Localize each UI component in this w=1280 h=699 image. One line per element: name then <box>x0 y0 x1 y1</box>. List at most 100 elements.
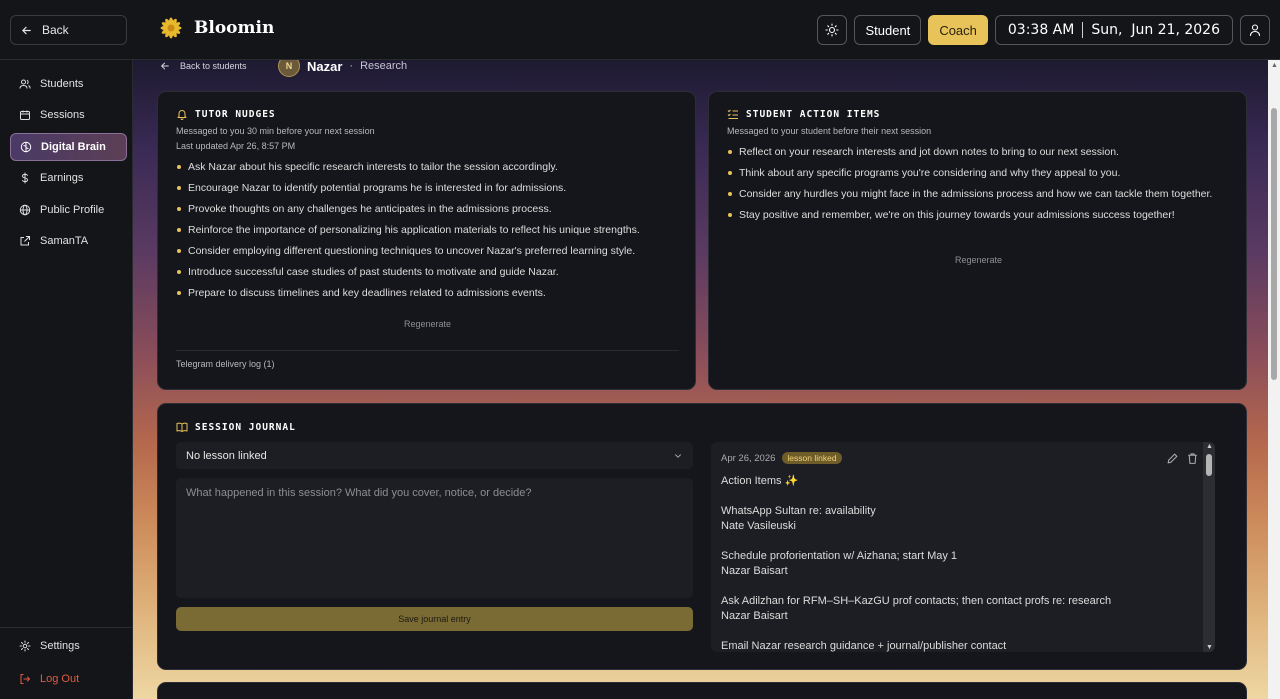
entry-action-owner: Nate Vasileuski <box>721 520 796 532</box>
action-item: Reflect on your research interests and j… <box>727 145 1217 159</box>
student-action-items-title-text: STUDENT ACTION ITEMS <box>746 108 881 120</box>
back-to-students-link[interactable]: Back to students <box>180 61 247 71</box>
trash-icon[interactable] <box>1186 452 1199 465</box>
scroll-up-arrow[interactable]: ▲ <box>1271 62 1278 69</box>
bell-icon <box>177 110 187 120</box>
profile-button[interactable] <box>1240 15 1270 45</box>
nudge-item: Ask Nazar about his specific research in… <box>176 160 681 174</box>
sidebar-item-public-profile[interactable]: Public Profile <box>10 196 127 224</box>
page-scrollbar[interactable]: ▲ <box>1268 60 1280 699</box>
breadcrumb: Back to students <box>160 60 247 72</box>
edit-icon[interactable] <box>1166 452 1179 465</box>
action-item: Consider any hurdles you might face in t… <box>727 187 1217 201</box>
journal-entry: Apr 26, 2026 lesson linked Action Items … <box>711 442 1215 652</box>
back-button[interactable]: Back <box>10 15 127 45</box>
calendar-icon <box>20 110 30 120</box>
brain-icon <box>20 141 32 153</box>
save-journal-button[interactable]: Save journal entry <box>176 607 693 631</box>
brand-name: Bloomin <box>194 18 275 38</box>
main-content: Back to students N Nazar · Research TUTO… <box>133 60 1280 699</box>
telegram-log-link[interactable]: Telegram delivery log (1) <box>176 359 275 369</box>
sidebar-item-label: Sessions <box>40 109 85 121</box>
settings-label: Settings <box>40 640 80 652</box>
flower-logo-icon <box>160 17 182 39</box>
nudge-item: Consider employing different questioning… <box>176 244 681 258</box>
sidebar-item-label: Earnings <box>40 172 84 184</box>
sidebar-item-digital-brain[interactable]: Digital Brain <box>10 133 127 161</box>
nudge-item: Prepare to discuss timelines and key dea… <box>176 286 681 300</box>
lesson-select[interactable]: No lesson linked <box>176 442 693 469</box>
session-journal-title: SESSION JOURNAL <box>176 421 296 433</box>
user-icon <box>1249 24 1261 37</box>
entry-action-text: Ask Adilzhan for RFM–SH–KazGU prof conta… <box>721 595 1112 607</box>
nudge-item: Reinforce the importance of personalizin… <box>176 223 681 237</box>
book-icon <box>176 422 188 432</box>
student-action-items-title: STUDENT ACTION ITEMS <box>727 108 1217 120</box>
tutor-nudges-card: TUTOR NUDGES Messaged to you 30 min befo… <box>157 91 696 390</box>
entry-action-item: WhatsApp Sultan re: availability Nate Vas… <box>721 504 1201 534</box>
theme-toggle-button[interactable] <box>817 15 848 45</box>
scroll-thumb[interactable] <box>1271 108 1277 380</box>
back-label: Back <box>42 23 69 37</box>
clock-time: 03:38 AM <box>1007 22 1075 38</box>
session-journal-card: SESSION JOURNAL No lesson linked What ha… <box>157 403 1247 670</box>
logout-label: Log Out <box>40 673 80 685</box>
arrow-left-icon[interactable] <box>160 61 170 71</box>
nudge-item: Encourage Nazar to identify potential pr… <box>176 181 681 195</box>
logout-button[interactable]: Log Out <box>10 665 127 693</box>
student-action-items-list: Reflect on your research interests and j… <box>727 145 1217 222</box>
entry-scrollbar[interactable]: ▲ ▼ <box>1203 442 1215 652</box>
sidebar-item-label: Public Profile <box>40 204 105 216</box>
lesson-linked-badge: lesson linked <box>782 452 842 464</box>
entry-action-text: Email Nazar research guidance + journal/… <box>721 640 1007 652</box>
sidebar-item-label: Students <box>40 78 84 90</box>
dollar-icon <box>21 172 29 184</box>
student-topic: Research <box>360 60 408 72</box>
brand[interactable]: Bloomin <box>160 17 274 39</box>
nudge-item: Introduce successful case studies of pas… <box>176 265 681 279</box>
sidebar-item-samanta[interactable]: SamanTA <box>10 227 127 255</box>
action-item: Stay positive and remember, we're on thi… <box>727 208 1217 222</box>
globe-icon <box>19 204 31 216</box>
clock-date: Sun, Jun 21, 2026 <box>1091 22 1220 38</box>
entry-action-owner: Nazar Baisart <box>721 565 788 577</box>
list-check-icon <box>727 109 738 119</box>
top-bar: Back Bloomin Student Coach 03:38 AM Sun,… <box>0 0 1280 60</box>
scroll-down-arrow[interactable]: ▼ <box>1206 644 1213 651</box>
divider <box>176 350 679 351</box>
regenerate-actions-button[interactable]: Regenerate <box>709 255 1248 265</box>
student-action-items-card: STUDENT ACTION ITEMS Messaged to your st… <box>708 91 1247 390</box>
sidebar: Students Sessions Digital Brain Earnings… <box>0 60 133 699</box>
regenerate-nudges-button[interactable]: Regenerate <box>158 319 697 329</box>
nudge-item: Provoke thoughts on any challenges he an… <box>176 202 681 216</box>
entry-blocks: WhatsApp Sultan re: availability Nate Vas… <box>721 504 1201 652</box>
sidebar-item-label: SamanTA <box>40 235 89 247</box>
entry-header: Apr 26, 2026 lesson linked <box>721 452 1201 464</box>
student-role-button[interactable]: Student <box>854 15 922 45</box>
sidebar-item-settings[interactable]: Settings <box>10 632 127 660</box>
gear-icon <box>19 640 31 652</box>
entry-action-item: Schedule proforientation w/ Aizhana; sta… <box>721 549 1201 579</box>
action-item: Think about any specific programs you're… <box>727 166 1217 180</box>
journal-textarea[interactable]: What happened in this session? What did … <box>176 478 693 598</box>
external-link-icon <box>20 236 30 246</box>
tutor-nudges-list: Ask Nazar about his specific research in… <box>176 160 681 300</box>
entry-action-item: Email Nazar research guidance + journal/… <box>721 639 1201 652</box>
clock-separator <box>1082 22 1084 38</box>
sidebar-item-earnings[interactable]: Earnings <box>10 164 127 192</box>
tutor-nudges-subtitle: Messaged to you 30 min before your next … <box>176 126 375 136</box>
entry-action-owner: Nazar Baisart <box>721 610 788 622</box>
arrow-left-icon <box>22 26 31 34</box>
sun-icon <box>825 23 840 37</box>
sidebar-item-sessions[interactable]: Sessions <box>10 101 127 129</box>
scroll-up-arrow[interactable]: ▲ <box>1206 443 1213 450</box>
coach-role-button[interactable]: Coach <box>928 15 988 45</box>
lesson-select-value: No lesson linked <box>186 449 267 462</box>
sidebar-item-students[interactable]: Students <box>10 70 127 98</box>
scroll-thumb[interactable] <box>1206 454 1212 476</box>
tutor-nudges-title-text: TUTOR NUDGES <box>195 108 276 120</box>
sidebar-item-label: Digital Brain <box>41 141 106 153</box>
logout-icon <box>20 674 30 684</box>
entry-heading: Action Items ✨ <box>721 475 799 487</box>
breadcrumb-separator: · <box>349 60 354 72</box>
